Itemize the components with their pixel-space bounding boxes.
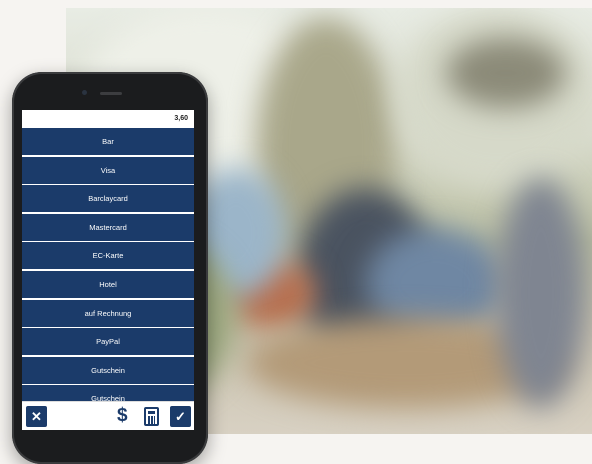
payment-method-hotel[interactable]: Hotel — [22, 270, 194, 298]
payment-method-bar[interactable]: Bar — [22, 128, 194, 155]
payment-method-auf-rechnung[interactable]: auf Rechnung — [22, 299, 194, 327]
payment-method-mastercard[interactable]: Mastercard — [22, 213, 194, 241]
payment-toolbar: ✕ $ ✓ — [22, 401, 194, 430]
payment-method-ec-karte[interactable]: EC-Karte — [22, 242, 194, 270]
close-button[interactable]: ✕ — [26, 406, 47, 427]
payment-method-barclaycard[interactable]: Barclaycard — [22, 185, 194, 213]
payment-method-visa[interactable]: Visa — [22, 156, 194, 184]
payment-method-paypal[interactable]: PayPal — [22, 328, 194, 356]
payment-method-gutschein[interactable]: Gutschein — [22, 356, 194, 384]
payment-method-list: Bar Visa Barclaycard Mastercard EC-Karte… — [22, 128, 194, 401]
amount-display: 3,60 — [174, 115, 188, 122]
calculator-icon[interactable] — [144, 407, 159, 426]
dollar-icon[interactable]: $ — [117, 404, 128, 428]
payment-screen: 3,60 Bar Visa Barclaycard Mastercard EC-… — [22, 110, 194, 430]
camera-icon — [82, 90, 87, 95]
speaker-icon — [100, 92, 122, 95]
confirm-button[interactable]: ✓ — [170, 406, 191, 427]
check-icon: ✓ — [175, 409, 186, 424]
close-icon: ✕ — [31, 409, 42, 424]
payment-method-gutschein-2[interactable]: Gutschein — [22, 385, 194, 401]
